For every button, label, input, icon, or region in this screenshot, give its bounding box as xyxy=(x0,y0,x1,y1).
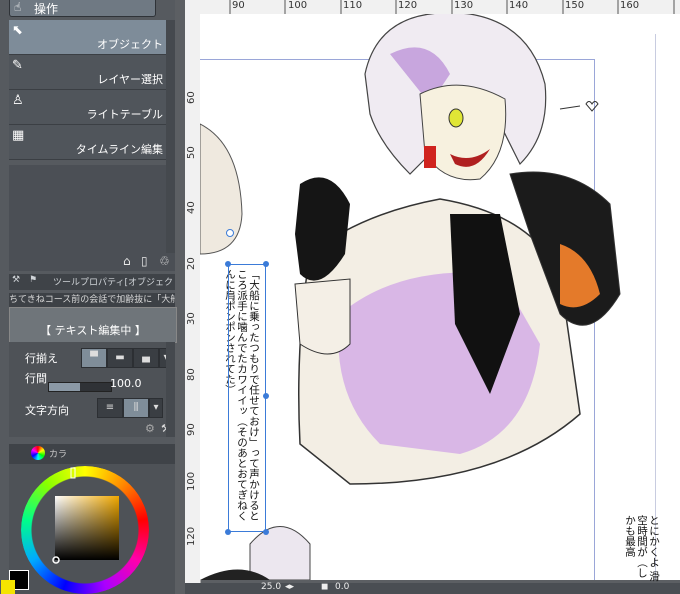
drawing-canvas[interactable] xyxy=(200,14,680,580)
tool-preview-box: 【 テキスト編集中 】 xyxy=(9,307,177,343)
subtool-light-table[interactable]: ♙ ライトテーブル xyxy=(9,90,166,125)
line-spacing-slider-fill xyxy=(49,383,80,391)
ruler-tick: 20 xyxy=(186,257,197,270)
ruler-tick: 40 xyxy=(186,201,197,214)
ruler-tick: 100 xyxy=(186,471,197,491)
direction-options-chevron-icon[interactable]: ▾ xyxy=(149,398,163,418)
ruler-tick: 50 xyxy=(186,146,197,159)
text-selection-frame[interactable] xyxy=(225,261,269,535)
vertical-ruler: 20 30 40 50 60 80 90 100 120 xyxy=(185,14,201,594)
tool-property-tab[interactable]: ツールプロパティ[オブジェク xyxy=(53,275,173,288)
angle-value[interactable]: 0.0 xyxy=(335,582,349,592)
zoom-stepper-icon[interactable]: ◂▸ xyxy=(285,582,294,592)
settings-gear-icon[interactable]: ⚙ xyxy=(145,422,155,435)
ruler-tick: 60 xyxy=(186,91,197,104)
layer-select-icon: ✎ xyxy=(12,58,23,73)
hand-pointer-icon: ☝ xyxy=(14,0,22,14)
subtool-scrollbar[interactable] xyxy=(166,20,175,270)
color-tab-label[interactable]: カラ xyxy=(49,447,67,460)
line-spacing-value: 100.0 xyxy=(110,377,142,390)
align-label: 行揃え xyxy=(25,352,58,365)
text-preview-strip: ちてきねコース前の会話で加齢抜に「大船に xyxy=(9,293,175,307)
character-illustration xyxy=(200,14,621,580)
color-wheel[interactable] xyxy=(9,464,175,594)
subtool-label: レイヤー選択 xyxy=(97,73,163,86)
tool-property-scrollbar[interactable] xyxy=(166,342,175,437)
line-spacing-slider[interactable] xyxy=(48,382,112,392)
text-edit-mode-label: 【 テキスト編集中 】 xyxy=(40,324,146,337)
lock-icon[interactable]: ⌂ xyxy=(123,254,131,268)
subtool-object[interactable]: ⬉ オブジェクト xyxy=(9,20,166,55)
subtool-label: タイムライン編集 xyxy=(75,143,163,156)
direction-label: 文字方向 xyxy=(25,404,69,417)
subtool-timeline[interactable]: ▦ タイムライン編集 xyxy=(9,125,166,160)
timeline-icon: ▦ xyxy=(12,128,25,143)
operation-tool-header[interactable]: ☝ 操作 xyxy=(9,0,156,17)
ruler-tick: 30 xyxy=(186,312,197,325)
pointer-icon: ⬉ xyxy=(12,23,23,38)
rotate-handle[interactable] xyxy=(226,229,234,237)
direction-vertical-button[interactable]: ⫼ xyxy=(123,398,149,418)
ruler-ticks-graphic xyxy=(229,0,675,14)
wrench-icon[interactable]: ⚒ xyxy=(12,275,20,285)
new-page-icon[interactable]: ▯ xyxy=(141,254,148,268)
subtool-footer: ⌂ ▯ ♲ xyxy=(9,253,175,271)
resize-handle[interactable] xyxy=(225,529,231,535)
tool-property-tab-row: ⚒ ⚑ ツールプロパティ[オブジェク xyxy=(9,274,175,290)
sub-color-swatch[interactable] xyxy=(1,580,15,594)
resize-handle[interactable] xyxy=(225,261,231,267)
subtool-label: オブジェクト xyxy=(97,38,163,51)
tool-header-label: 操作 xyxy=(34,2,59,16)
color-wheel-tab-icon[interactable] xyxy=(31,446,45,460)
resize-handle[interactable] xyxy=(263,529,269,535)
light-table-icon: ♙ xyxy=(12,93,24,108)
subtool-label: ライトテーブル xyxy=(86,108,163,121)
brush-size-icon[interactable]: ⚑ xyxy=(29,275,37,285)
canvas-status-bar: 25.0 ◂▸ ◼ 0.0 xyxy=(185,582,680,594)
ruler-tick: 80 xyxy=(186,368,197,381)
color-panel-tabs: カラ xyxy=(9,444,175,464)
align-center-button[interactable]: ▬ xyxy=(107,348,133,368)
color-wheel-panel xyxy=(1,464,175,594)
ruler-tick: 90 xyxy=(186,423,197,436)
line-spacing-label: 行間 xyxy=(25,372,47,385)
zoom-value[interactable]: 25.0 xyxy=(261,582,281,592)
subtool-list-empty-area xyxy=(9,165,166,253)
align-bottom-button[interactable]: ▄ xyxy=(133,348,159,368)
trash-icon[interactable]: ♲ xyxy=(159,254,170,268)
subtool-layer-select[interactable]: ✎ レイヤー選択 xyxy=(9,55,166,90)
rotate-reset-icon[interactable]: ◼ xyxy=(321,582,328,592)
horizontal-ruler: 90 100 110 120 130 140 150 160 xyxy=(185,0,680,15)
resize-handle[interactable] xyxy=(263,261,269,267)
vertical-text-secondary[interactable]: とにかくよ 滑空時間が（しかも最高 xyxy=(610,515,660,585)
resize-handle[interactable] xyxy=(263,393,269,399)
align-top-button[interactable]: ▀ xyxy=(81,348,107,368)
direction-horizontal-button[interactable]: ≡ xyxy=(97,398,123,418)
ruler-tick: 120 xyxy=(186,526,197,546)
